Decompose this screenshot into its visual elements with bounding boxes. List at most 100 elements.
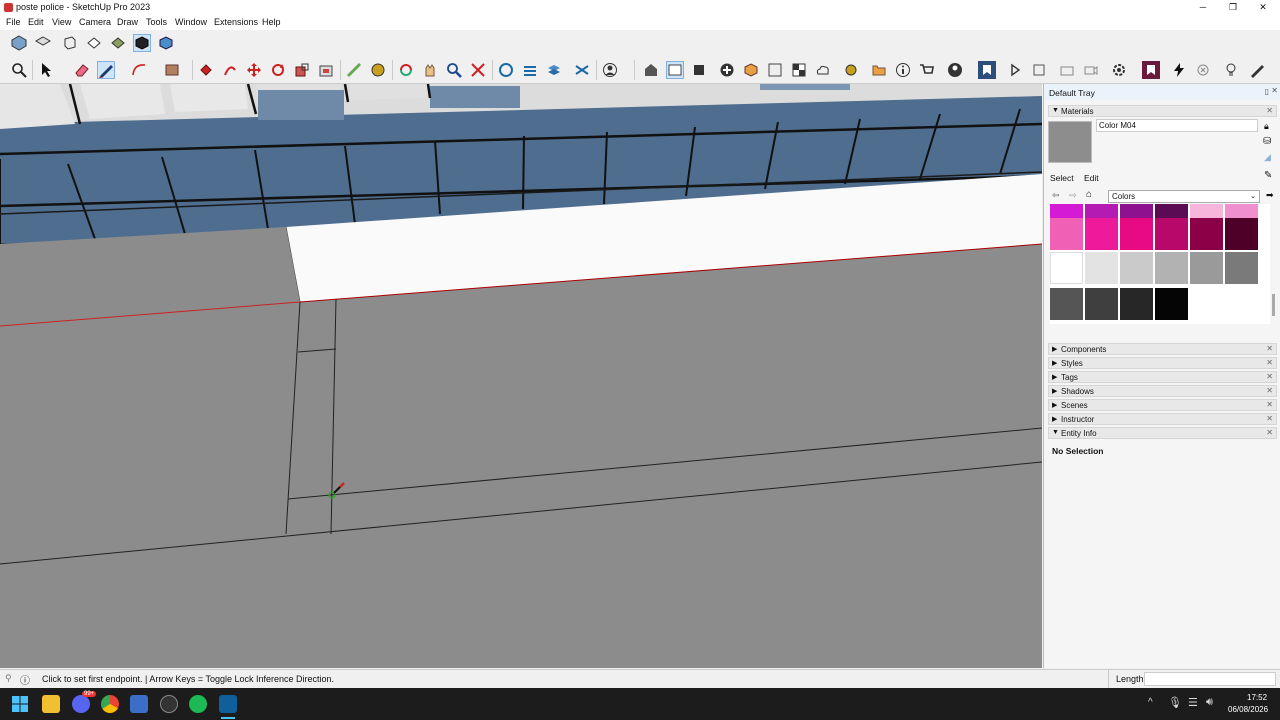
swatch-scrollbar[interactable] [1272, 294, 1275, 316]
info-status-icon[interactable]: ⓘ [20, 672, 30, 687]
lightbulb-icon[interactable] [1222, 61, 1240, 79]
front-view-icon[interactable] [61, 34, 79, 52]
details-arrow-icon[interactable]: ➡ [1266, 190, 1274, 201]
search-icon[interactable] [10, 61, 28, 79]
chevron-up-icon[interactable]: ^ [1148, 697, 1153, 708]
photo-texture-icon[interactable] [766, 61, 784, 79]
pen-icon[interactable] [1248, 61, 1266, 79]
color-swatch[interactable] [1050, 252, 1083, 284]
scenes-panel-header[interactable]: ▶ Scenes ✕ [1048, 399, 1277, 411]
menu-extensions[interactable]: Extensions [214, 17, 258, 27]
back-view-icon[interactable] [109, 34, 127, 52]
checker-icon[interactable] [790, 61, 808, 79]
menu-edit[interactable]: Edit [28, 17, 44, 27]
minimize-button[interactable]: ─ [1188, 0, 1218, 15]
color-swatch[interactable] [1225, 252, 1258, 284]
back-arrow-icon[interactable]: ⇦ [1052, 190, 1060, 201]
x-ray-icon[interactable] [521, 61, 539, 79]
follow-me-icon[interactable] [221, 61, 239, 79]
brand-extension-icon[interactable] [1142, 61, 1160, 79]
chrome-icon[interactable] [101, 695, 119, 713]
settings-gear-icon[interactable] [1110, 61, 1128, 79]
offset-icon[interactable] [317, 61, 335, 79]
menu-help[interactable]: Help [262, 17, 281, 27]
color-swatch[interactable] [1155, 288, 1188, 320]
tape-measure-icon[interactable] [345, 61, 363, 79]
forward-arrow-icon[interactable]: ⇨ [1069, 190, 1077, 201]
color-swatch[interactable] [1050, 218, 1083, 250]
color-swatch[interactable] [1225, 218, 1258, 250]
instructor-panel-header[interactable]: ▶ Instructor ✕ [1048, 413, 1277, 425]
left-view-icon[interactable] [133, 34, 151, 52]
arc-icon[interactable] [130, 61, 148, 79]
menu-tools[interactable]: Tools [146, 17, 167, 27]
maximize-button[interactable]: ❐ [1218, 0, 1248, 15]
move-icon[interactable] [245, 61, 263, 79]
eraser-icon[interactable] [73, 61, 91, 79]
extension-icon[interactable] [666, 61, 684, 79]
color-swatch[interactable] [1155, 218, 1188, 250]
select-arrow-icon[interactable] [37, 61, 55, 79]
material-preview-swatch[interactable] [1048, 121, 1092, 163]
warehouse-icon[interactable] [642, 61, 660, 79]
trimble-icon[interactable] [978, 61, 996, 79]
video-icon[interactable] [1082, 61, 1100, 79]
sketchup-taskbar-icon[interactable] [219, 695, 237, 713]
info-icon[interactable] [894, 61, 912, 79]
zoom-icon[interactable] [445, 61, 463, 79]
clock-time[interactable]: 17:52 [1247, 693, 1267, 702]
discord-icon[interactable] [72, 695, 90, 713]
close-button[interactable]: ✕ [1248, 0, 1278, 15]
app-icon[interactable] [130, 695, 148, 713]
section-plane-icon[interactable] [497, 61, 515, 79]
menu-window[interactable]: Window [175, 17, 207, 27]
play-icon[interactable] [1006, 61, 1024, 79]
color-swatch[interactable] [1050, 288, 1083, 320]
extension-manager-icon[interactable] [842, 61, 860, 79]
top-view-icon[interactable] [34, 34, 52, 52]
color-swatch[interactable] [1190, 218, 1223, 250]
microphone-icon[interactable]: 🎙︎ [1168, 696, 1182, 709]
bottom-view-icon[interactable] [157, 34, 175, 52]
tab-select[interactable]: Select [1050, 173, 1074, 183]
color-swatch[interactable] [1190, 252, 1223, 284]
lock-icon[interactable]: 🔒︎ [1264, 121, 1269, 132]
tab-edit[interactable]: Edit [1084, 173, 1099, 183]
clock-date[interactable]: 06/08/2026 [1228, 705, 1268, 714]
components-panel-header[interactable]: ▶ Components ✕ [1048, 343, 1277, 355]
color-swatch[interactable] [1085, 218, 1118, 250]
profile-icon[interactable] [946, 61, 964, 79]
pin-icon[interactable]: ▯ [1265, 87, 1269, 96]
entity-info-panel-header[interactable]: ▼ Entity Info ✕ [1048, 427, 1277, 439]
materials-panel-header[interactable]: ▼ Materials ✕ [1048, 105, 1277, 117]
cloud-icon[interactable] [814, 61, 832, 79]
panel-close-icon[interactable]: ✕ [1266, 106, 1273, 115]
color-swatch[interactable] [1120, 218, 1153, 250]
lightning-icon[interactable] [1170, 61, 1188, 79]
github-icon[interactable] [160, 695, 178, 713]
orbit-icon[interactable] [397, 61, 415, 79]
color-swatch[interactable] [1120, 252, 1153, 284]
shadows-panel-header[interactable]: ▶ Shadows ✕ [1048, 385, 1277, 397]
add-location-icon[interactable] [718, 61, 736, 79]
default-material-icon[interactable]: ◢ [1264, 152, 1271, 163]
zoom-extents-icon[interactable] [469, 61, 487, 79]
home-icon[interactable]: ⌂ [1086, 189, 1092, 200]
volume-icon[interactable]: 🔊︎ [1206, 696, 1213, 709]
spotify-icon[interactable] [189, 695, 207, 713]
cart-icon[interactable] [918, 61, 936, 79]
folder-icon[interactable] [870, 61, 888, 79]
file-explorer-icon[interactable] [42, 695, 60, 713]
menu-camera[interactable]: Camera [79, 17, 111, 27]
menu-file[interactable]: File [6, 17, 21, 27]
push-pull-icon[interactable] [197, 61, 215, 79]
styles-panel-header[interactable]: ▶ Styles ✕ [1048, 357, 1277, 369]
windows-start-icon[interactable] [12, 696, 28, 714]
color-swatch[interactable] [1085, 288, 1118, 320]
geo-status-icon[interactable]: ⚲ [5, 673, 12, 684]
measurements-input[interactable] [1144, 672, 1276, 686]
collection-dropdown[interactable]: Colors ⌄ [1108, 190, 1260, 203]
cancel-circle-icon[interactable] [1194, 61, 1212, 79]
model-viewport[interactable] [0, 84, 1042, 668]
walk-icon[interactable] [573, 61, 591, 79]
